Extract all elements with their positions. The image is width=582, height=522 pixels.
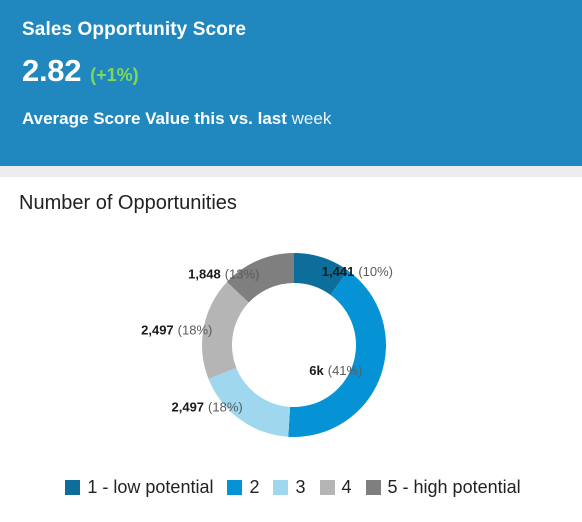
kpi-value: 2.82: [22, 53, 82, 88]
legend-swatch-icon: [365, 479, 381, 495]
legend-item-label: 4: [341, 477, 352, 497]
kpi-subtitle: Average Score Value this vs. last week: [22, 108, 582, 130]
legend-item-label: 3: [295, 477, 306, 497]
kpi-title: Sales Opportunity Score: [22, 19, 247, 40]
legend-swatch-icon: [65, 479, 81, 495]
legend-item-label: 5 - high potential: [387, 477, 521, 497]
slice-label: 1,848 (13%): [188, 266, 259, 281]
chart-legend: 1 - low potential 2 3 4 5 - high potential: [0, 467, 582, 507]
legend-item-label: 2: [249, 477, 260, 497]
legend-item-label: 1 - low potential: [87, 477, 214, 497]
legend-item[interactable]: 3: [273, 476, 306, 498]
legend-item[interactable]: 5 - high potential: [365, 476, 521, 498]
slice-label: 6k (41%): [309, 363, 362, 378]
donut-svg: 1,441 (10%) 6k (41%) 2,497 (18%) 2,497 (18%) 1,8…: [141, 253, 393, 437]
opportunities-chart-panel: Number of Opportunities 1,441 (10%) 6k (41%…: [0, 177, 582, 522]
kpi-value-row: 2.82 (+1%): [22, 54, 582, 88]
slice-label: 2,497 (18%): [172, 399, 243, 414]
kpi-delta-badge: (+1%): [90, 65, 139, 85]
legend-item[interactable]: 1 - low potential: [65, 476, 213, 498]
kpi-header: Sales Opportunity Score 2.82 (+1%) Avera…: [0, 0, 582, 166]
legend-swatch-icon: [273, 479, 289, 495]
donut-slice[interactable]: [288, 270, 386, 437]
legend-swatch-icon: [227, 479, 243, 495]
donut-chart: 1,441 (10%) 6k (41%) 2,497 (18%) 2,497 (18%) 1,8…: [0, 177, 582, 467]
slice-label: 1,441 (10%): [322, 264, 393, 279]
section-divider: [0, 166, 582, 177]
legend-swatch-icon: [319, 479, 335, 495]
slice-label: 2,497 (18%): [141, 323, 212, 338]
legend-item[interactable]: 2: [227, 476, 259, 498]
sales-opportunity-card: Sales Opportunity Score 2.82 (+1%) Avera…: [0, 0, 582, 522]
kpi-subtitle-light: week: [291, 109, 332, 128]
legend-item[interactable]: 4: [319, 476, 352, 498]
kpi-subtitle-strong: Average Score Value this vs. last: [22, 109, 287, 128]
